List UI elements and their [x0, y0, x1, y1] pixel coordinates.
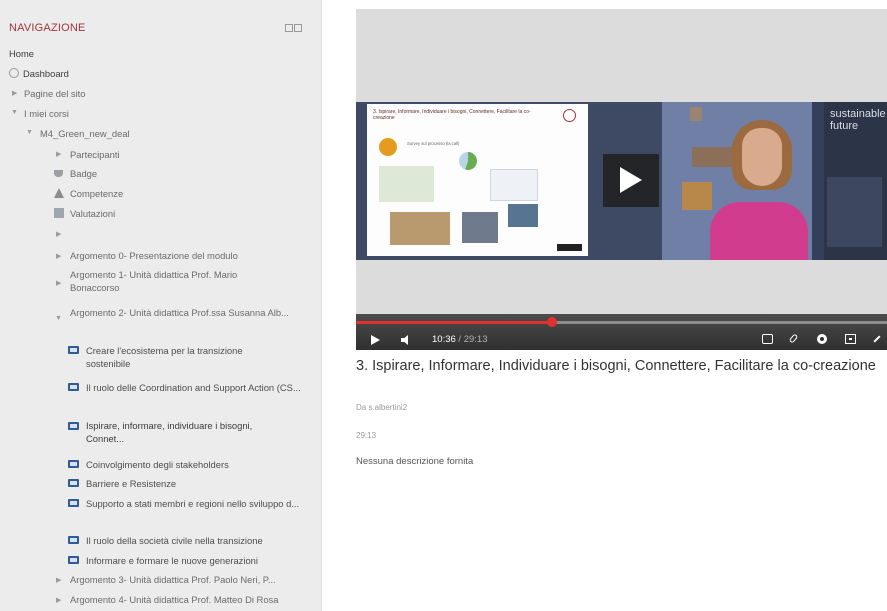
banner-art [827, 177, 882, 247]
slide-icon [68, 422, 79, 430]
video-author: Da s.albertini2 [356, 403, 408, 412]
play-overlay-button[interactable] [603, 154, 659, 207]
bar-graph-image [379, 166, 434, 202]
speaker-face [742, 128, 782, 186]
expand-arrow-icon[interactable]: ▶ [56, 230, 61, 238]
block-controls[interactable] [285, 24, 303, 34]
fullscreen-icon[interactable] [872, 334, 882, 344]
competency-icon [54, 188, 64, 198]
nav-topic-4[interactable]: Argomento 4- Unità didattica Prof. Matte… [70, 593, 278, 606]
video-title: 3. Ispirare, Informare, Individuare i bi… [356, 358, 876, 374]
trophy-icon [54, 170, 63, 177]
slide-icon [68, 346, 79, 354]
nav-lesson-8[interactable]: Informare e formare le nuove generazioni [86, 554, 258, 567]
pip-icon[interactable] [845, 334, 856, 344]
collapse-icon[interactable] [294, 24, 302, 32]
dock-icon[interactable] [285, 24, 293, 32]
volume-icon[interactable] [401, 335, 411, 345]
gear-icon[interactable] [817, 334, 827, 344]
play-icon[interactable] [371, 335, 380, 345]
video-description: Nessuna descrizione fornita [356, 456, 474, 467]
nav-lesson-6[interactable]: Supporto a stati membri e regioni nello … [86, 497, 311, 510]
recording-indicator [557, 244, 582, 251]
banner-text: sustainable future [830, 108, 886, 132]
slide-image: 3. Ispirare, Informare, Individuare i bi… [367, 104, 588, 256]
nav-badges[interactable]: Badge [70, 167, 97, 180]
photo-image [508, 204, 538, 227]
nav-lesson-1[interactable]: Creare l'ecosistema per la transizione s… [86, 344, 276, 370]
expand-arrow-icon[interactable]: ▶ [56, 252, 61, 260]
nav-dashboard[interactable]: Dashboard [23, 67, 69, 80]
clip-icon[interactable] [789, 334, 800, 344]
collapse-arrow-icon[interactable]: ▼ [11, 109, 18, 116]
picture-frame [690, 107, 702, 121]
expand-arrow-icon[interactable]: ▶ [56, 150, 61, 158]
grades-icon [54, 208, 64, 218]
nav-competencies[interactable]: Competenze [70, 187, 123, 200]
chart-image [490, 169, 538, 201]
nav-topic-1[interactable]: Argomento 1- Unità didattica Prof. Mario… [70, 268, 275, 294]
current-time: 10:36 [432, 334, 456, 345]
nav-course[interactable]: M4_Green_new_deal [40, 127, 130, 140]
slide-icon [68, 556, 79, 564]
video-frame[interactable]: 3. Ispirare, Informare, Individuare i bi… [356, 102, 887, 260]
slide-badge-icon [379, 138, 397, 156]
nav-my-courses[interactable]: I miei corsi [24, 107, 69, 120]
expand-arrow-icon[interactable]: ▶ [56, 279, 61, 287]
nav-site-pages[interactable]: Pagine del sito [24, 87, 86, 100]
nav-topic-2[interactable]: Argomento 2- Unità didattica Prof.ssa Su… [70, 306, 295, 319]
speaker-camera: sustainable future [662, 102, 887, 260]
navigation-title: NAVIGAZIONE [9, 22, 86, 34]
nav-topic-0[interactable]: Argomento 0- Presentazione del modulo [70, 249, 238, 262]
nav-grades[interactable]: Valutazioni [70, 207, 115, 220]
video-player[interactable]: 3. Ispirare, Informare, Individuare i bi… [356, 9, 887, 350]
expand-arrow-icon[interactable]: ▶ [12, 89, 17, 97]
photo-image [390, 212, 450, 245]
collapse-arrow-icon[interactable]: ▼ [26, 129, 33, 136]
nav-lesson-4[interactable]: Coinvolgimento degli stakeholders [86, 458, 229, 471]
slide-icon [68, 499, 79, 507]
nav-lesson-2[interactable]: Il ruolo delle Coordination and Support … [86, 381, 304, 394]
nav-lesson-3-current[interactable]: Ispirare, informare, individuare i bisog… [86, 419, 291, 445]
video-duration: 29:13 [356, 431, 377, 440]
dashboard-icon [9, 68, 19, 78]
expand-arrow-icon[interactable]: ▶ [56, 576, 61, 584]
navigation-block: NAVIGAZIONE Home Dashboard ▶ Pagine del … [0, 0, 322, 611]
collapse-arrow-icon[interactable]: ▼ [55, 315, 62, 322]
nav-participants[interactable]: Partecipanti [70, 148, 120, 161]
slide-icon [68, 460, 79, 468]
nav-home[interactable]: Home [9, 47, 34, 60]
progress-fill [356, 321, 553, 324]
total-time: / 29:13 [458, 334, 488, 345]
shelf-object [682, 182, 712, 210]
slide-icon [68, 383, 79, 391]
slide-title: 3. Ispirare, Informare, Individuare i bi… [373, 109, 531, 121]
slide-icon [68, 536, 79, 544]
nav-lesson-5[interactable]: Barriere e Resistenze [86, 477, 176, 490]
pie-chart-image [459, 152, 477, 170]
photo-image [462, 212, 498, 243]
speaker-body [710, 202, 808, 260]
slide-subtitle: Survey sul processo (la call) [407, 141, 460, 146]
expand-arrow-icon[interactable]: ▶ [56, 596, 61, 604]
nav-topic-3[interactable]: Argomento 3- Unità didattica Prof. Paolo… [70, 573, 276, 586]
slide-icon [68, 479, 79, 487]
university-logo-icon [563, 109, 576, 122]
time-display: 10:36 / 29:13 [432, 334, 487, 345]
cc-icon[interactable] [762, 334, 773, 344]
nav-lesson-7[interactable]: Il ruolo della società civile nella tran… [86, 534, 263, 547]
